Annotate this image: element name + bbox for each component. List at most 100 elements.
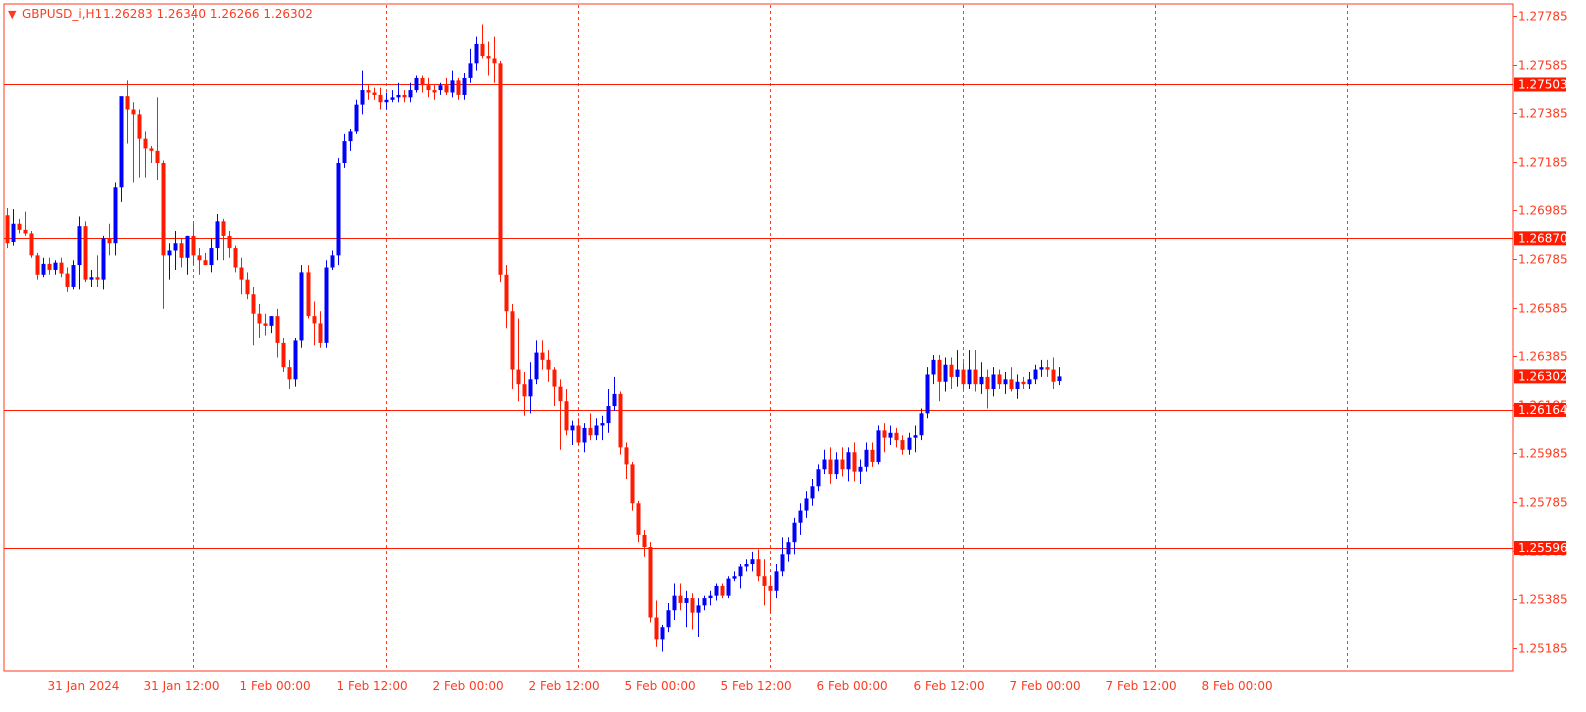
candle-bull xyxy=(1027,379,1032,385)
collapse-arrow-icon[interactable]: ▼ xyxy=(8,8,17,21)
candle-bull xyxy=(1015,381,1020,390)
x-tick-label: 5 Feb 12:00 xyxy=(721,679,792,693)
price-label: 1.27503 xyxy=(1518,77,1568,91)
candle-bear xyxy=(1021,381,1026,385)
x-tick-label: 6 Feb 00:00 xyxy=(817,679,888,693)
candle-bear xyxy=(281,342,286,368)
candle-bear xyxy=(125,96,130,110)
candle-bull xyxy=(744,564,749,567)
x-tick-label: 31 Jan 12:00 xyxy=(144,679,220,693)
candle-bear xyxy=(1051,369,1056,382)
candle-bear xyxy=(1009,379,1014,390)
candle-bull xyxy=(696,605,701,613)
candle-bear xyxy=(287,367,292,380)
candle-bear xyxy=(191,235,196,256)
candle-bear xyxy=(678,595,683,603)
candle-bear xyxy=(426,85,431,91)
price-label: 1.26302 xyxy=(1518,369,1568,383)
candle-bear xyxy=(648,547,653,618)
candle-bear xyxy=(23,229,28,234)
candle-bull xyxy=(726,578,731,596)
candle-bull xyxy=(534,352,539,380)
candle-bear xyxy=(149,148,154,151)
candle-bear xyxy=(402,94,407,98)
candle-bear xyxy=(985,376,990,390)
candle-bear xyxy=(456,80,461,95)
chart-header: ▼ GBPUSD_i,H1 1.26283 1.26340 1.26266 1.… xyxy=(8,7,313,21)
candle-bear xyxy=(540,352,545,360)
candle-bull xyxy=(173,243,178,251)
candle-bear xyxy=(239,267,244,280)
candle-bear xyxy=(576,425,581,443)
candle-bear xyxy=(588,427,593,436)
candle-bull xyxy=(967,369,972,385)
candle-bear xyxy=(558,386,563,402)
y-tick-label: 1.27385 xyxy=(1518,107,1568,121)
candle-bull xyxy=(342,141,347,163)
candle-bull xyxy=(876,430,881,462)
candle-bear xyxy=(516,369,521,385)
candle-bull xyxy=(979,376,984,385)
candle-bear xyxy=(768,585,773,591)
candle-bear xyxy=(366,90,371,93)
candle-bear xyxy=(179,243,184,258)
candle-bull xyxy=(672,595,677,611)
candle-bull xyxy=(834,459,839,475)
candlestick-chart[interactable]: 1.27785 1.27585 1.27385 1.27185 1.26985 1.267… xyxy=(0,0,1586,708)
candle-bear xyxy=(654,617,659,640)
candle-bull xyxy=(846,452,851,470)
price-axis: 1.27785 1.27585 1.27385 1.27185 1.26985 1.267… xyxy=(1513,10,1568,656)
candle-bull xyxy=(474,43,479,64)
candle-bull xyxy=(41,263,46,275)
candle-bear xyxy=(221,221,226,236)
candle-bull xyxy=(991,374,996,390)
candle-bear xyxy=(894,432,899,441)
candle-bull xyxy=(185,235,190,258)
candle-bull xyxy=(600,423,605,426)
candle-bull xyxy=(1057,376,1062,382)
candle-bear xyxy=(973,369,978,385)
candle-bull xyxy=(348,131,353,142)
chart-window[interactable]: 1.27785 1.27585 1.27385 1.27185 1.26985 1.267… xyxy=(0,0,1586,708)
candle-bear xyxy=(143,138,148,149)
candle-bull xyxy=(1033,369,1038,380)
x-tick-label: 2 Feb 00:00 xyxy=(433,679,504,693)
candle-bull xyxy=(931,359,936,375)
candle-bull xyxy=(396,94,401,98)
candle-bull xyxy=(570,425,575,431)
y-tick-label: 1.25185 xyxy=(1518,642,1568,656)
candle-bull xyxy=(888,432,893,438)
candle-bull xyxy=(714,585,719,596)
candle-bear xyxy=(95,277,100,280)
candle-bear xyxy=(444,85,449,93)
candle-bull xyxy=(101,238,106,280)
y-tick-label: 1.26585 xyxy=(1518,302,1568,316)
x-tick-label: 31 Jan 2024 xyxy=(48,679,120,693)
candle-bear xyxy=(504,274,509,312)
candle-bull xyxy=(606,406,611,424)
candle-bear xyxy=(618,393,623,448)
candle-bear xyxy=(378,94,383,103)
candle-bull xyxy=(528,379,533,397)
candle-bull xyxy=(582,427,587,443)
candle-bull xyxy=(732,576,737,579)
candle-bear xyxy=(630,464,635,504)
candle-bull xyxy=(810,486,815,499)
candle-bull xyxy=(414,77,419,91)
candle-bear xyxy=(492,58,497,64)
price-label: 1.26164 xyxy=(1518,403,1568,417)
candle-bear xyxy=(690,598,695,613)
candle-bull xyxy=(955,369,960,377)
candle-bear xyxy=(83,226,88,280)
y-tick-label: 1.25785 xyxy=(1518,496,1568,510)
candle-bull xyxy=(684,598,689,603)
y-tick-label: 1.27185 xyxy=(1518,156,1568,170)
candle-bear xyxy=(5,215,10,244)
candle-bear xyxy=(552,369,557,387)
y-tick-label: 1.26385 xyxy=(1518,350,1568,364)
candle-bull xyxy=(293,340,298,380)
candle-bear xyxy=(882,430,887,438)
candle-bull xyxy=(919,413,924,436)
candle-bull xyxy=(384,99,389,103)
candle-bull xyxy=(450,80,455,93)
